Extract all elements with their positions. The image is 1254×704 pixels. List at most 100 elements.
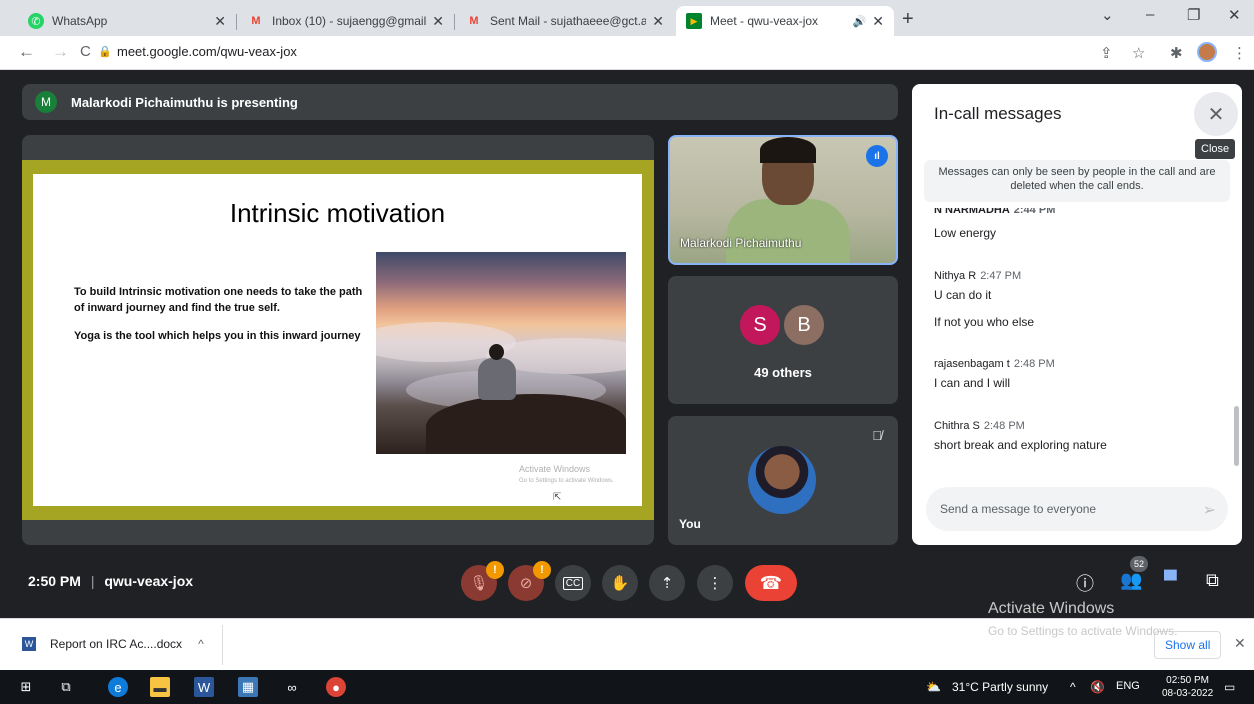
slide-paragraph: To build Intrinsic motivation one needs … (74, 286, 363, 314)
tab-separator (454, 14, 455, 30)
tab-sent-mail[interactable]: M Sent Mail - sujathaeee@gct.ac.in ✕ (456, 6, 674, 36)
language-indicator[interactable]: ENG (1116, 680, 1140, 692)
activate-windows-subtitle: Go to Settings to activate Windows. (988, 624, 1178, 638)
close-window-button[interactable]: ✕ (1228, 6, 1241, 24)
close-chat-button[interactable]: ✕ (1194, 92, 1238, 136)
chrome-menu-icon[interactable]: ⋮ (1232, 44, 1247, 62)
close-shelf-icon[interactable]: ✕ (1234, 635, 1246, 652)
weather-icon[interactable]: ⛅ (926, 680, 941, 694)
tab-meet[interactable]: ▶ Meet - qwu-veax-jox 🔊 ✕ (676, 6, 894, 36)
task-view-icon[interactable]: ⧉ (56, 677, 76, 697)
reload-button[interactable]: C (80, 43, 91, 60)
slide-paragraph: Yoga is the tool which helps you in this… (74, 330, 361, 342)
gmail-icon: M (469, 15, 479, 27)
taskbar-clock[interactable]: 02:50 PM 08-03-2022 (1162, 674, 1213, 700)
app-icon[interactable]: ∞ (282, 677, 302, 697)
windows-start-icon[interactable]: ⊞ (16, 677, 36, 697)
notification-icon[interactable]: ▭ (1224, 680, 1235, 694)
slide-title: Intrinsic motivation (229, 198, 446, 228)
chat-message: Nithya R 2:47 PM U can do it (934, 270, 1022, 302)
present-screen-icon: ⇡ (660, 575, 674, 592)
volume-muted-icon[interactable]: 🔇 (1090, 680, 1105, 694)
participant-avatar: S (738, 303, 782, 347)
word-icon[interactable]: W (194, 677, 214, 697)
chat-message: rajasenbagam t 2:48 PM I can and I will (934, 358, 1055, 390)
people-icon: 👥 (1120, 570, 1143, 590)
whatsapp-icon: ✆ (28, 13, 44, 29)
mic-off-icon: 🎙̸ (872, 428, 882, 443)
chat-notice: Messages can only be seen by people in t… (924, 160, 1230, 202)
word-doc-icon: W (22, 637, 36, 651)
share-icon[interactable]: ⇪ (1100, 44, 1113, 62)
participant-avatar: B (782, 303, 826, 347)
camera-warning-badge: ! (533, 561, 551, 579)
new-tab-button[interactable]: + (902, 8, 914, 31)
presentation-stage[interactable]: Intrinsic motivation To build Intrinsic … (22, 135, 654, 545)
leave-call-button[interactable]: ☎ (745, 565, 797, 601)
message-list[interactable]: N NARMADHA 2:44 PM Low energy Nithya R 2:4… (912, 208, 1242, 468)
slide-frame: Intrinsic motivation To build Intrinsic … (22, 160, 654, 520)
close-tab-icon[interactable]: ✕ (214, 13, 226, 30)
close-tab-icon[interactable]: ✕ (432, 13, 444, 30)
minimize-button[interactable]: – (1146, 6, 1154, 23)
download-item[interactable]: W Report on IRC Ac....docx ^ (22, 637, 204, 651)
weather-text[interactable]: 31°C Partly sunny (952, 680, 1048, 694)
send-icon[interactable]: ➢ (1203, 500, 1216, 520)
speaker-video-tile[interactable]: ıl Malarkodi Pichaimuthu (668, 135, 898, 265)
browser-toolbar: ← → C 🔒 meet.google.com/qwu-veax-jox ⇪ ☆… (0, 36, 1254, 70)
profile-avatar[interactable] (1197, 42, 1217, 62)
extensions-icon[interactable]: ✱ (1170, 44, 1183, 62)
close-tab-icon[interactable]: ✕ (652, 13, 664, 30)
activities-button[interactable]: ⧉ (1206, 570, 1219, 591)
presenting-banner: M Malarkodi Pichaimuthu is presenting (22, 84, 898, 120)
people-button[interactable]: 👥 (1120, 570, 1142, 591)
tab-search-icon[interactable]: ⌄ (1101, 6, 1114, 24)
self-tile[interactable]: 🎙̸ You (668, 416, 898, 545)
meeting-code: qwu-veax-jox (104, 573, 194, 589)
back-button[interactable]: ← (18, 42, 35, 62)
chevron-up-icon[interactable]: ^ (198, 637, 204, 651)
mic-warning-badge: ! (486, 561, 504, 579)
speaker-body (726, 199, 850, 263)
raise-hand-button[interactable]: ✋ (602, 565, 638, 601)
present-button[interactable]: ⇡ (649, 565, 685, 601)
meeting-time: 2:50 PM (28, 573, 81, 589)
address-bar[interactable]: meet.google.com/qwu-veax-jox (117, 44, 297, 59)
calculator-icon[interactable]: ▦ (238, 677, 258, 697)
chat-button[interactable]: ▀ (1164, 570, 1177, 591)
presenting-text: Malarkodi Pichaimuthu is presenting (71, 94, 298, 110)
windows-taskbar: ⊞ ⧉ e ▬ W ▦ ∞ ● ⛅ 31°C Partly sunny ^ 🔇 … (0, 670, 1254, 704)
close-tab-icon[interactable]: ✕ (872, 13, 884, 30)
hand-icon: ✋ (610, 575, 630, 592)
meet-icon: ▶ (686, 13, 702, 29)
tab-whatsapp[interactable]: ✆ WhatsApp ✕ (18, 6, 236, 36)
end-call-icon: ☎ (759, 572, 783, 593)
audio-playing-icon[interactable]: 🔊 (853, 15, 867, 28)
chrome-icon[interactable]: ● (326, 677, 346, 697)
others-tile[interactable]: S B 49 others (668, 276, 898, 404)
chat-title: In-call messages (934, 104, 1062, 123)
chat-message: If not you who else (934, 315, 1035, 329)
file-explorer-icon[interactable]: ▬ (150, 677, 170, 697)
rock-shape (426, 394, 626, 454)
bookmark-star-icon[interactable]: ☆ (1132, 44, 1145, 62)
tray-chevron-icon[interactable]: ^ (1070, 680, 1076, 694)
chat-message: Low energy (934, 226, 997, 240)
edge-icon[interactable]: e (108, 677, 128, 697)
self-avatar (748, 446, 816, 514)
meeting-details-button[interactable]: ⓘ (1076, 570, 1094, 596)
mic-off-icon: 🎙 (469, 575, 489, 592)
others-count: 49 others (754, 365, 812, 380)
chat-scrollbar[interactable] (1234, 406, 1239, 466)
captions-button[interactable]: CC (555, 565, 591, 601)
mouse-cursor-icon: ⇱ (553, 492, 562, 503)
forward-button[interactable]: → (52, 42, 69, 62)
restore-button[interactable]: ❐ (1187, 6, 1200, 24)
meeting-info: 2:50 PM | qwu-veax-jox (28, 573, 194, 589)
presenter-avatar: M (35, 91, 57, 113)
presentation-slide: Intrinsic motivation To build Intrinsic … (33, 174, 642, 506)
tab-inbox[interactable]: M Inbox (10) - sujaengg@gmail.con ✕ (238, 6, 454, 36)
more-options-button[interactable]: ⋮ (697, 565, 733, 601)
lock-icon[interactable]: 🔒 (98, 45, 112, 58)
chat-message-input[interactable]: Send a message to everyone ➢ (926, 487, 1228, 531)
